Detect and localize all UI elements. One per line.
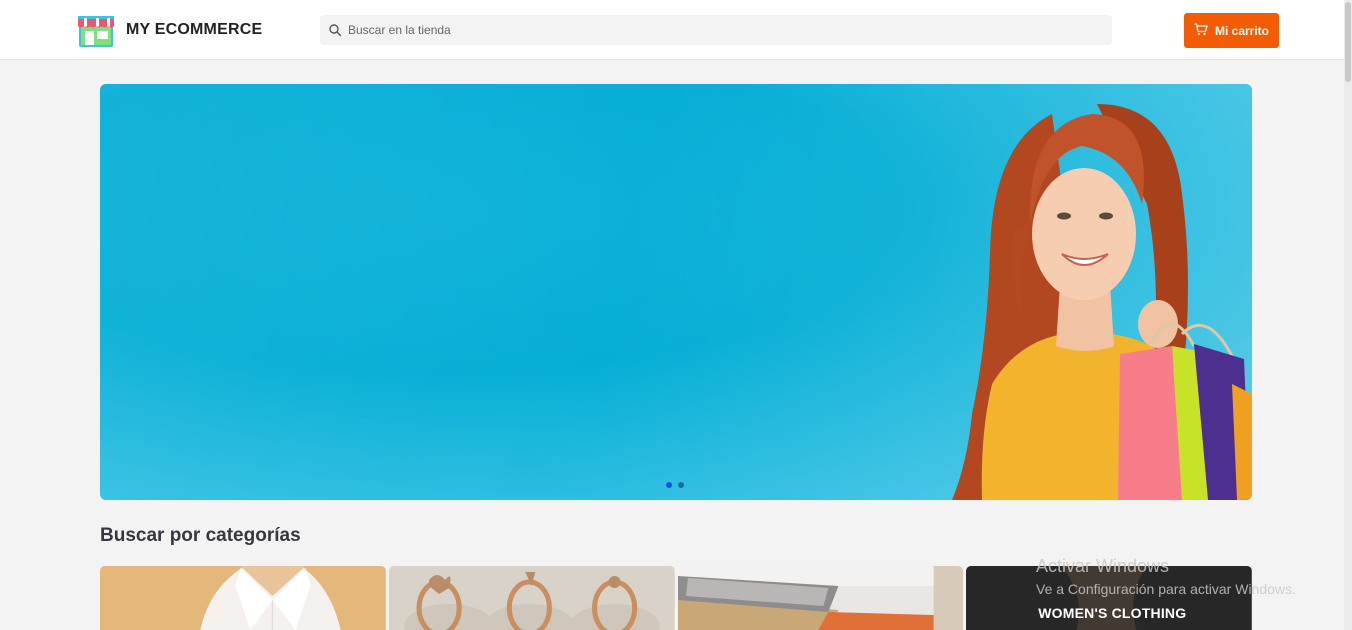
category-card-womens-clothing[interactable]: WOMEN'S CLOTHING (966, 566, 1252, 630)
category-card-men-clothing[interactable] (100, 566, 386, 630)
search-bar[interactable] (320, 15, 1112, 45)
storefront-icon (76, 12, 116, 48)
top-navigation-bar: MY ECOMMERCE Mi carrito (0, 0, 1344, 60)
category-label: WOMEN'S CLOTHING (1038, 605, 1187, 621)
cart-button-label: Mi carrito (1214, 23, 1269, 38)
brand-home-link[interactable]: MY ECOMMERCE (76, 12, 262, 48)
carousel-dot-2[interactable] (678, 482, 684, 488)
category-grid: WOMEN'S CLOTHING (100, 566, 1252, 630)
carousel-indicators (666, 482, 684, 488)
rings-image (388, 566, 675, 630)
categories-section-title: Buscar por categorías (100, 525, 301, 546)
keyboard-image (677, 566, 964, 630)
carousel-dot-1[interactable] (666, 482, 672, 488)
search-icon (328, 23, 342, 37)
hero-carousel[interactable] (100, 84, 1252, 500)
category-card-electronics[interactable] (677, 566, 964, 630)
search-input[interactable] (342, 16, 1112, 44)
hero-woman-with-shopping-bags-image (952, 104, 1252, 500)
scrollbar-thumb[interactable] (1345, 2, 1351, 82)
brand-name: MY ECOMMERCE (126, 21, 263, 38)
category-card-jewelery[interactable] (388, 566, 675, 630)
men-shirt-image (100, 566, 386, 630)
cart-button[interactable]: Mi carrito (1184, 13, 1279, 48)
page-scrollbar[interactable] (1344, 0, 1352, 630)
cart-icon (1194, 22, 1208, 39)
